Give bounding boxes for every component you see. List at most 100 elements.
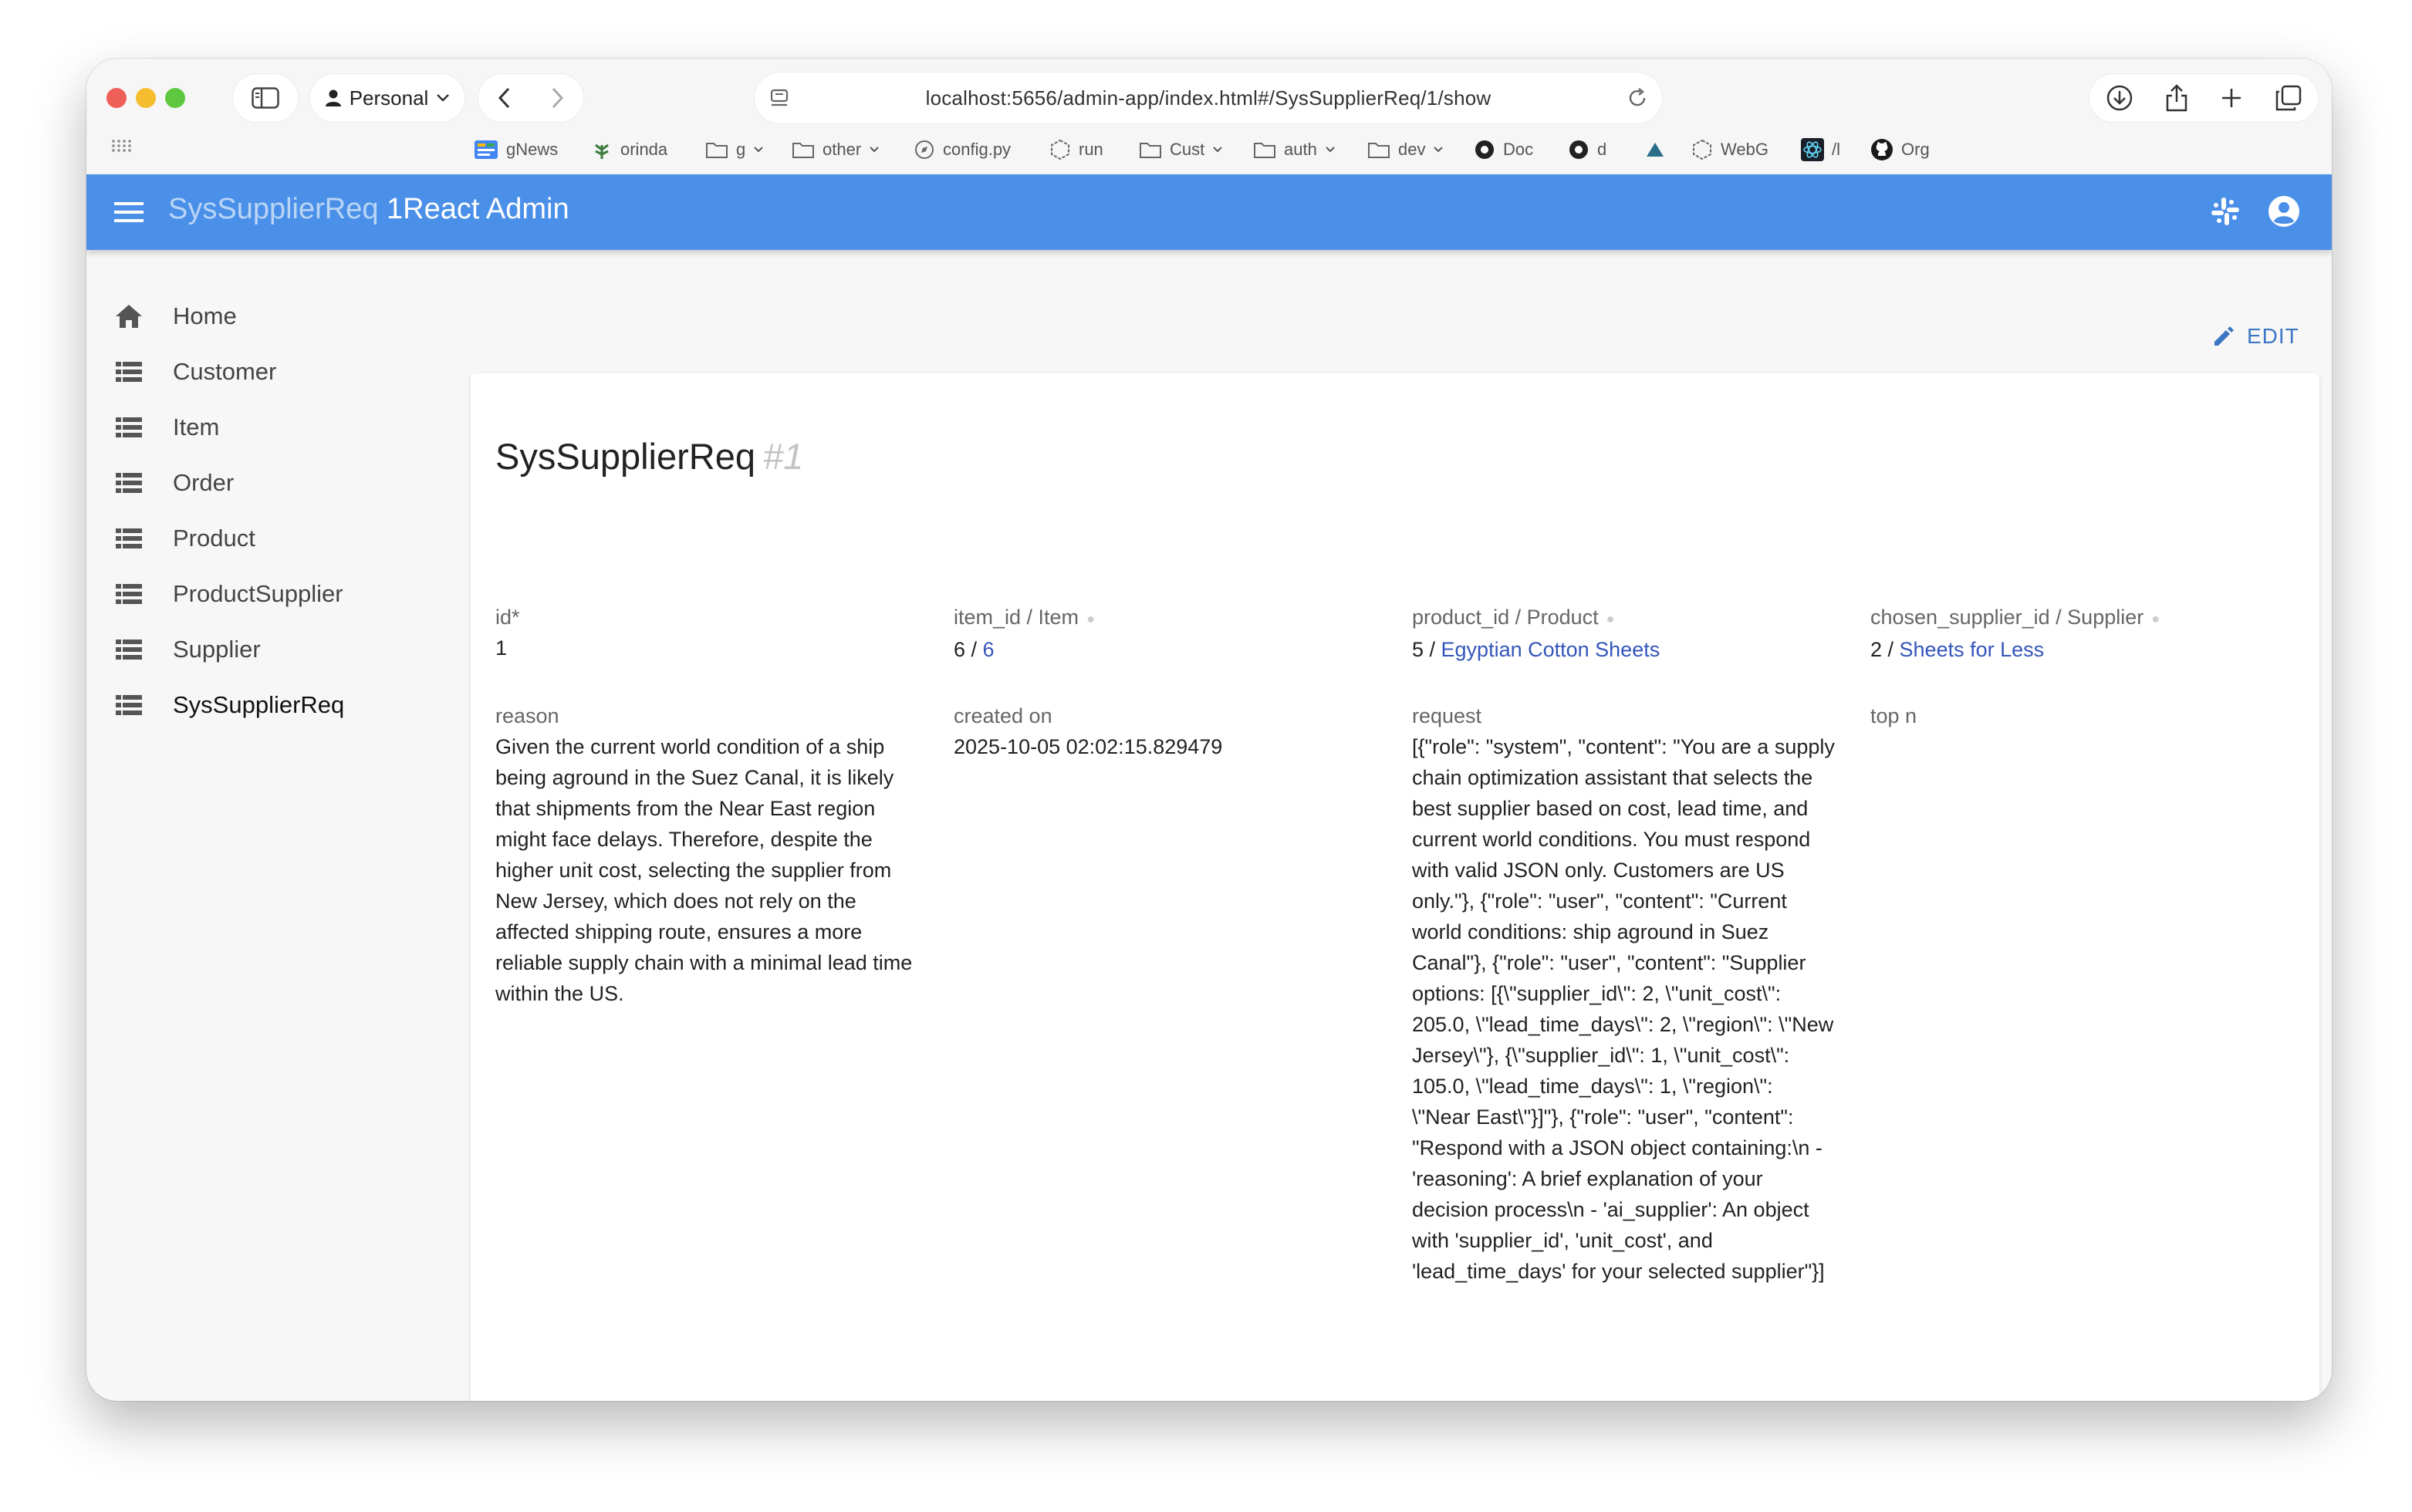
bookmark-config[interactable]: config.py: [914, 136, 1011, 164]
chevron-down-icon: [1434, 147, 1444, 153]
sidebar-item-label: Customer: [173, 358, 277, 385]
field-value: Given the current world condition of a s…: [495, 735, 913, 1005]
google-news-icon: [475, 140, 498, 159]
sidebar-item-productsupplier[interactable]: ProductSupplier: [86, 566, 464, 622]
download-icon[interactable]: [2106, 84, 2133, 112]
item-link[interactable]: 6: [983, 638, 995, 661]
bookmark-doc[interactable]: Doc: [1474, 136, 1533, 164]
list-icon: [116, 584, 142, 604]
compass-icon: [915, 140, 934, 159]
record-card: SysSupplierReq #1 id* 1 item_id / Item ● 6…: [471, 373, 2319, 1401]
sidebar-item-product[interactable]: Product: [86, 511, 464, 566]
person-icon: [325, 89, 341, 106]
app-title-resource: SysSupplierReq: [168, 193, 379, 225]
list-icon: [116, 695, 142, 715]
bookmark-gnews[interactable]: gNews: [474, 136, 558, 164]
slack-icon[interactable]: [2210, 196, 2241, 227]
bookmark-orinda[interactable]: orinda: [591, 136, 667, 164]
sidebar-item-order[interactable]: Order: [86, 455, 464, 511]
toolbar-actions: [2089, 74, 2318, 122]
bookmark-label: orinda: [620, 140, 668, 159]
field-label: reason: [495, 704, 559, 727]
bookmark-label: run: [1079, 140, 1103, 159]
bookmark-folder-other[interactable]: other: [792, 136, 880, 164]
close-window-button[interactable]: [106, 88, 127, 108]
field-label-text: chosen_supplier_id / Supplier: [1870, 606, 2144, 629]
bookmark-label: gNews: [506, 140, 559, 159]
field-value: 5 / Egyptian Cotton Sheets: [1412, 634, 1829, 665]
sidebar-item-customer[interactable]: Customer: [86, 344, 464, 400]
reload-icon[interactable]: [1627, 87, 1648, 109]
url-text: localhost:5656/admin-app/index.html#/Sys…: [925, 86, 1491, 110]
zoom-window-button[interactable]: [165, 88, 185, 108]
chevron-down-icon: [754, 147, 763, 153]
edit-button[interactable]: EDIT: [2211, 318, 2299, 355]
list-icon: [116, 528, 142, 548]
bookmark-label: other: [823, 140, 862, 159]
product-link[interactable]: Egyptian Cotton Sheets: [1441, 638, 1660, 661]
bookmark-folder-dev[interactable]: dev: [1367, 136, 1444, 164]
list-icon: [116, 362, 142, 382]
profile-switcher[interactable]: Personal: [310, 74, 464, 122]
sidebar-item-home[interactable]: Home: [86, 289, 464, 344]
bookmark-triangle[interactable]: [1645, 136, 1673, 164]
folder-icon: [1140, 143, 1161, 158]
bookmark-d[interactable]: d: [1568, 136, 1606, 164]
field-value: 2025-10-05 02:02:15.829479: [954, 735, 1223, 758]
sidebar-item-syssupplierreq[interactable]: SysSupplierReq: [86, 677, 464, 733]
bookmark-folder-g[interactable]: g: [705, 136, 764, 164]
hexagon-icon: [1051, 139, 1069, 160]
sort-dot-icon: ●: [2151, 610, 2160, 626]
field-reason: reason Given the current world condition…: [495, 700, 918, 1009]
bookmark-webg[interactable]: WebG: [1691, 136, 1768, 164]
bookmark-folder-auth[interactable]: auth: [1253, 136, 1336, 164]
account-circle-icon[interactable]: [2267, 194, 2301, 228]
sort-dot-icon: ●: [1606, 610, 1615, 626]
bookmark-folder-cust[interactable]: Cust: [1139, 136, 1223, 164]
sidebar-item-label: SysSupplierReq: [173, 691, 345, 718]
folder-icon: [1368, 143, 1390, 158]
field-chosen-supplier: chosen_supplier_id / Supplier ● 2 / Sheet…: [1870, 602, 2287, 665]
plant-icon: [595, 143, 609, 159]
bookmark-org[interactable]: Org: [1870, 136, 1930, 164]
browser-window: Personal localhost:5656/admin-app/index.…: [86, 59, 2332, 1401]
field-value: 2 / Sheets for Less: [1870, 634, 2287, 665]
bookmark-run[interactable]: run: [1049, 136, 1103, 164]
sidebar-item-supplier[interactable]: Supplier: [86, 622, 464, 677]
forward-arrow-icon[interactable]: [549, 86, 565, 110]
field-label: item_id / Item ●: [954, 602, 1370, 634]
supplier-link[interactable]: Sheets for Less: [1900, 638, 2045, 661]
field-label: id*: [495, 606, 520, 629]
bookmark-label: d: [1597, 140, 1607, 159]
history-nav: [478, 74, 583, 122]
bookmark-l[interactable]: /l: [1801, 136, 1840, 164]
sidebar-item-item[interactable]: Item: [86, 400, 464, 455]
bookmark-label: WebG: [1721, 140, 1768, 159]
sort-dot-icon: ●: [1086, 610, 1095, 626]
bookmark-label: config.py: [943, 140, 1012, 159]
apps-grid-icon[interactable]: [111, 139, 131, 153]
list-icon: [116, 640, 142, 660]
bookmark-label: Cust: [1170, 140, 1205, 159]
sidebar-icon: [252, 87, 279, 109]
new-tab-plus-icon[interactable]: [2220, 86, 2243, 110]
tab-overview-icon[interactable]: [2275, 84, 2302, 112]
chevron-down-icon: [870, 147, 879, 153]
share-icon[interactable]: [2165, 83, 2188, 113]
menu-icon[interactable]: [114, 201, 144, 224]
address-bar[interactable]: localhost:5656/admin-app/index.html#/Sys…: [755, 73, 1662, 123]
minimize-window-button[interactable]: [136, 88, 156, 108]
page-title: SysSupplierReq #1: [495, 435, 803, 478]
sidebar-toggle-button[interactable]: [233, 74, 298, 122]
back-arrow-icon[interactable]: [497, 86, 512, 110]
list-icon: [116, 473, 142, 493]
field-product: product_id / Product ● 5 / Egyptian Cotto…: [1412, 602, 1829, 665]
sidebar-item-label: Order: [173, 469, 235, 496]
field-value-id: 2 /: [1870, 637, 1900, 661]
github-icon: [1871, 139, 1893, 160]
field-label: created on: [954, 704, 1052, 727]
react-icon: [1801, 138, 1824, 161]
hexagon-icon: [1693, 139, 1711, 160]
bookmark-label: Org: [1901, 140, 1930, 159]
field-label: chosen_supplier_id / Supplier ●: [1870, 602, 2287, 634]
